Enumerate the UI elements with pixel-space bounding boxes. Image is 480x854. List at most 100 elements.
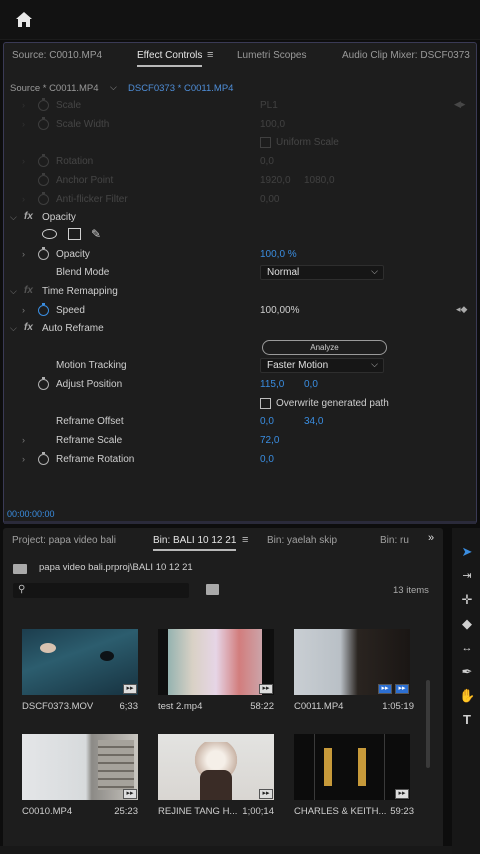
tab-bin-bali[interactable]: Bin: BALI 10 12 21 — [153, 535, 237, 551]
tab-audio-clip-mixer[interactable]: Audio Clip Mixer: DSCF0373 — [342, 50, 470, 61]
offset-x-value[interactable]: 0,0 — [260, 416, 274, 427]
reframe-rotation-value[interactable]: 0,0 — [260, 454, 274, 465]
tab-bin-ru[interactable]: Bin: ru — [380, 535, 409, 546]
clip-thumbnail[interactable]: ▸▸ — [158, 629, 274, 695]
checkbox-label: Overwrite generated path — [276, 398, 389, 409]
time-remapping-header[interactable]: ⌵ fx Time Remapping — [4, 283, 476, 301]
new-bin-icon[interactable] — [206, 584, 219, 595]
expand-icon[interactable]: › — [22, 454, 25, 464]
tab-source[interactable]: Source: C0010.MP4 — [12, 50, 102, 61]
row-uniform-scale: Uniform Scale — [4, 134, 476, 152]
clip-thumbnail[interactable]: ▸▸ ▸▸ — [294, 629, 410, 695]
tab-project[interactable]: Project: papa video bali — [12, 535, 116, 546]
expand-icon[interactable]: › — [22, 119, 25, 129]
row-adjust-position: Adjust Position 115,0 0,0 — [4, 376, 476, 394]
param-label: Motion Tracking — [56, 360, 127, 371]
stopwatch-icon[interactable] — [38, 303, 49, 316]
panel-menu-icon[interactable]: ≡ — [242, 534, 248, 546]
stopwatch-icon[interactable] — [38, 154, 49, 167]
more-tabs-icon[interactable]: » — [428, 532, 434, 544]
stopwatch-icon[interactable] — [38, 98, 49, 111]
pen-tool-icon[interactable]: ✒ — [459, 664, 475, 680]
clip-name: test 2.mp4 — [158, 701, 203, 712]
param-value[interactable]: 1920,0 — [260, 175, 291, 186]
chevron-down-icon: ⌵ — [371, 266, 378, 276]
param-value[interactable]: 100,0 — [260, 119, 285, 130]
stopwatch-icon[interactable] — [38, 377, 49, 390]
param-value[interactable]: 0,00 — [260, 194, 279, 205]
row-overwrite-path: Overwrite generated path — [4, 395, 476, 413]
clip-duration: 25:23 — [114, 806, 138, 817]
search-input[interactable]: ⚲ — [13, 583, 189, 598]
auto-reframe-header[interactable]: ⌵ fx Auto Reframe — [4, 320, 476, 338]
ellipse-mask-icon[interactable] — [42, 229, 57, 239]
fx-icon[interactable]: fx — [24, 211, 33, 222]
clip-name: REJINE TANG H... — [158, 806, 238, 817]
stopwatch-icon[interactable] — [38, 117, 49, 130]
tab-effect-controls[interactable]: Effect Controls — [137, 50, 203, 67]
tab-lumetri-scopes[interactable]: Lumetri Scopes — [237, 50, 306, 61]
folder-up-icon[interactable] — [13, 564, 27, 574]
motion-tracking-dropdown[interactable]: Faster Motion ⌵ — [260, 358, 384, 373]
dropdown-value: Faster Motion — [267, 360, 329, 371]
blend-mode-dropdown[interactable]: Normal ⌵ — [260, 265, 384, 280]
project-footer-toolbar — [0, 846, 452, 854]
collapse-icon[interactable]: ⌵ — [10, 212, 17, 223]
stopwatch-icon[interactable] — [38, 173, 49, 186]
audio-badge-icon: ▸▸ — [395, 684, 409, 694]
opacity-value[interactable]: 100,0 % — [260, 249, 297, 260]
pen-mask-icon[interactable]: ✎ — [91, 227, 101, 241]
param-value[interactable]: PL1 — [260, 100, 278, 111]
analyze-button[interactable]: Analyze — [262, 340, 387, 355]
expand-icon[interactable]: › — [22, 435, 25, 445]
expand-icon[interactable]: › — [22, 194, 25, 204]
project-scrollbar[interactable] — [426, 680, 430, 768]
param-label: Reframe Scale — [56, 435, 123, 446]
param-label: Opacity — [56, 249, 90, 260]
collapse-icon[interactable]: ⌵ — [10, 323, 17, 334]
stopwatch-icon[interactable] — [38, 247, 49, 260]
track-select-tool-icon[interactable]: ⇥ — [459, 568, 475, 584]
clip-thumbnail[interactable]: ▸▸ — [22, 734, 138, 800]
ripple-edit-tool-icon[interactable]: ✛ — [459, 592, 475, 608]
param-label: Speed — [56, 305, 85, 316]
tab-bin-yaelah[interactable]: Bin: yaelah skip — [267, 535, 337, 546]
clip-thumbnail[interactable]: ▸▸ — [22, 629, 138, 695]
stopwatch-icon[interactable] — [38, 192, 49, 205]
timecode[interactable]: 00:00:00:00 — [7, 509, 55, 519]
sequence-clip-label[interactable]: DSCF0373 * C0011.MP4 — [128, 83, 233, 94]
keyframe-nav-icon[interactable]: ◀▸ — [454, 99, 465, 110]
param-value[interactable]: 0,0 — [260, 156, 274, 167]
stopwatch-icon[interactable] — [38, 452, 49, 465]
adjust-y-value[interactable]: 0,0 — [304, 379, 318, 390]
adjust-x-value[interactable]: 115,0 — [260, 379, 284, 390]
type-tool-icon[interactable]: T — [459, 712, 475, 728]
hand-tool-icon[interactable]: ✋ — [459, 688, 475, 704]
chevron-down-icon[interactable]: ⌵ — [110, 82, 117, 93]
panel-menu-icon[interactable]: ≡ — [207, 49, 213, 61]
mini-timeline-bar[interactable] — [4, 521, 476, 524]
clip-thumbnail[interactable]: ▸▸ — [294, 734, 410, 800]
expand-icon[interactable]: › — [22, 249, 25, 259]
expand-icon[interactable]: › — [22, 156, 25, 166]
speed-value[interactable]: 100,00% — [260, 305, 299, 316]
source-clip-label[interactable]: Source * C0011.MP4 — [10, 83, 99, 94]
opacity-section-header[interactable]: ⌵ fx Opacity — [4, 209, 476, 227]
rectangle-mask-icon[interactable] — [68, 228, 81, 240]
overwrite-path-checkbox[interactable] — [260, 398, 271, 409]
razor-tool-icon[interactable]: ◆ — [459, 616, 475, 632]
expand-icon[interactable]: › — [22, 305, 25, 315]
uniform-scale-checkbox[interactable] — [260, 137, 271, 148]
reframe-scale-value[interactable]: 72,0 — [260, 435, 279, 446]
param-label: Adjust Position — [56, 379, 123, 390]
offset-y-value[interactable]: 34,0 — [304, 416, 323, 427]
selection-tool-icon[interactable]: ➤ — [459, 544, 475, 560]
param-value[interactable]: 1080,0 — [304, 175, 335, 186]
slip-tool-icon[interactable]: ↔ — [459, 640, 475, 656]
fx-icon[interactable]: fx — [24, 322, 33, 333]
expand-icon[interactable]: › — [22, 100, 25, 110]
home-icon[interactable] — [14, 10, 34, 30]
clip-thumbnail[interactable]: ▸▸ — [158, 734, 274, 800]
keyframe-nav-icon[interactable]: ◂◆ — [456, 304, 467, 315]
collapse-icon[interactable]: ⌵ — [10, 286, 17, 297]
